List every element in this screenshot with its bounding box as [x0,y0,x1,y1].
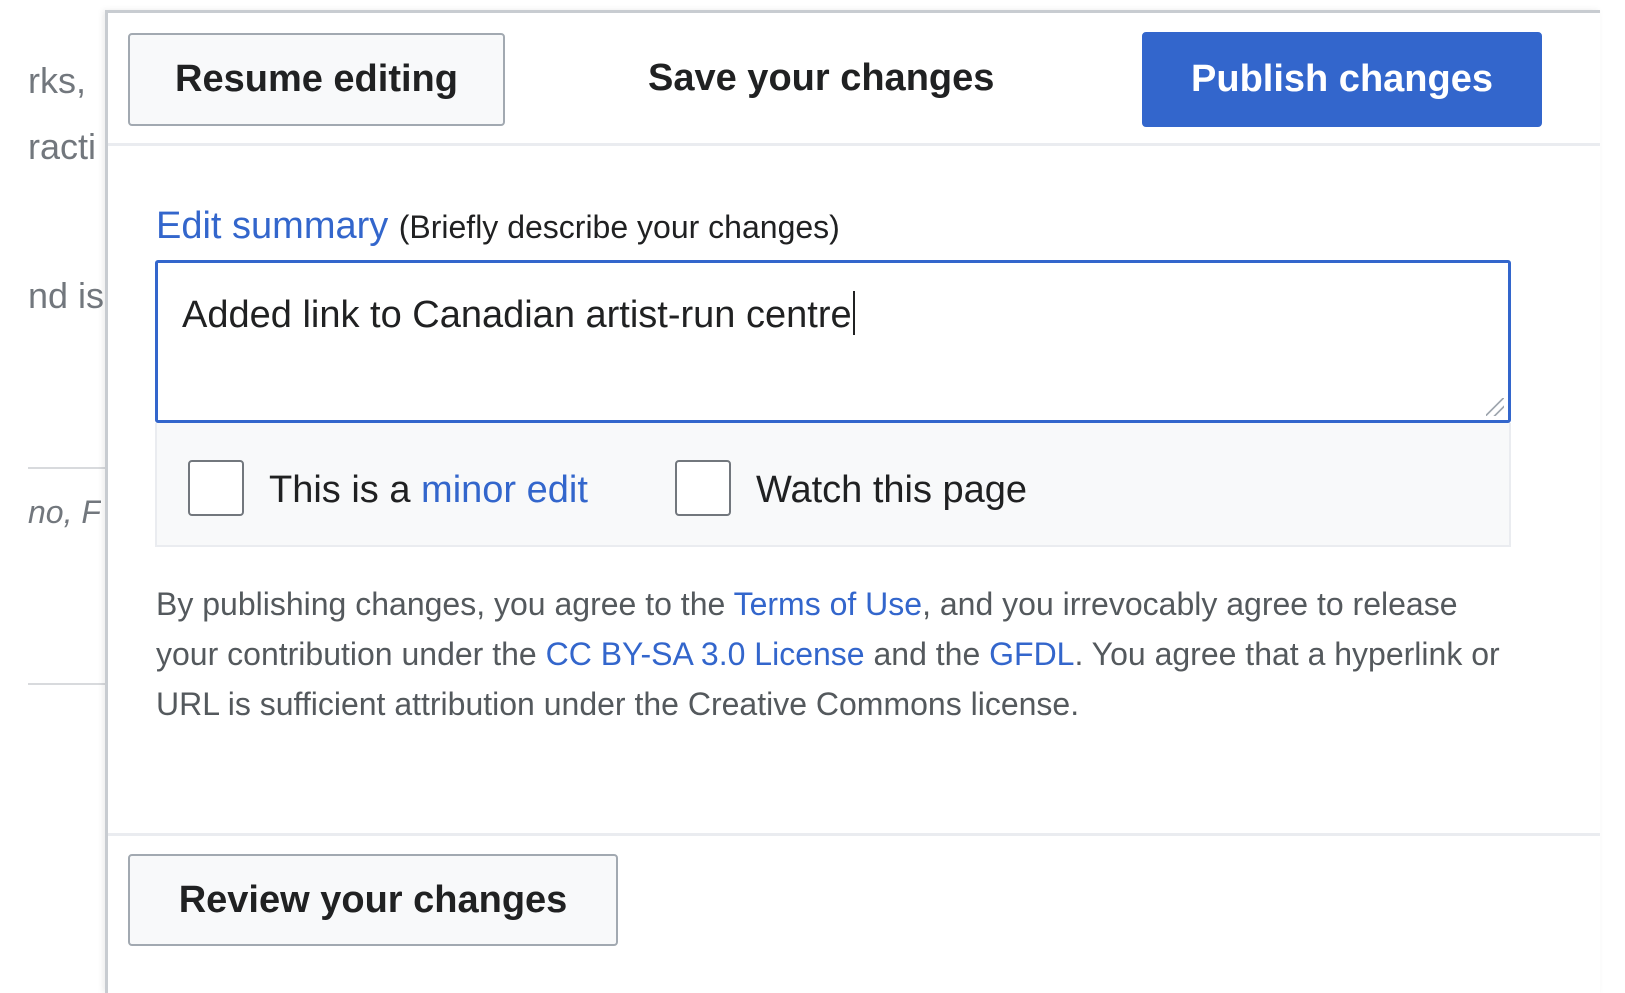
minor-edit-prefix: This is a [269,469,422,511]
edit-summary-label-row: Edit summary (Briefly describe your chan… [156,205,840,248]
minor-edit-label[interactable]: This is a minor edit [269,469,588,512]
edit-summary-value: Added link to Canadian artist-run centre [182,294,852,336]
watch-page-label[interactable]: Watch this page [756,469,1027,512]
minor-edit-checkbox[interactable] [188,460,244,516]
dialog-header: Resume editing Save your changes Publish… [108,13,1600,146]
dialog-footer: Review your changes [108,833,1600,993]
background-divider [28,467,108,469]
resize-handle-icon[interactable] [1486,398,1504,416]
edit-summary-hint: (Briefly describe your changes) [398,209,840,245]
edit-summary-text: Added link to Canadian artist-run centre [182,291,855,337]
terms-of-use-link[interactable]: Terms of Use [734,586,922,622]
review-changes-button[interactable]: Review your changes [128,854,618,946]
minor-edit-link[interactable]: minor edit [421,469,588,511]
background-divider [28,683,108,685]
publish-changes-button[interactable]: Publish changes [1142,32,1542,127]
text-caret [852,291,855,335]
cc-license-link[interactable]: CC BY-SA 3.0 License [546,636,865,672]
edit-summary-input[interactable]: Added link to Canadian artist-run centre [155,260,1511,423]
gfdl-link[interactable]: GFDL [989,636,1074,672]
background-text-fragment: nd is [28,275,105,316]
edit-summary-link[interactable]: Edit summary [156,205,388,247]
background-text-fragment: no, F [28,494,101,530]
dialog-title: Save your changes [648,57,995,99]
edit-options-bar: This is a minor edit Watch this page [155,423,1511,547]
resume-editing-button[interactable]: Resume editing [128,33,505,126]
background-text-fragment: racti [28,126,97,167]
legal-text: and the [864,636,990,672]
page: rks, racti nd is no, F Resume editing Sa… [0,0,1625,993]
background-text-fragment: rks, [28,60,86,101]
save-changes-dialog: Resume editing Save your changes Publish… [105,10,1600,993]
legal-notice: By publishing changes, you agree to the … [156,579,1516,729]
legal-text: By publishing changes, you agree to the [156,586,734,622]
watch-page-checkbox[interactable] [675,460,731,516]
